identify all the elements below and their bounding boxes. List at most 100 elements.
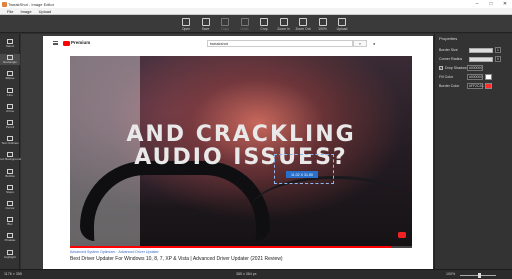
cursor-position: 1176 × 355 [4,272,22,276]
screenshot-canvas[interactable]: Premium tweakshot ⌕ ● AND CRACKLING AUDI… [43,36,433,269]
fill-color-swatch[interactable] [485,74,492,80]
border-color-value[interactable]: #FF2C2C [467,83,484,89]
main-toolbar: Open Save Copy Undo Crop Zoom In Zoom Out 100% U… [0,15,512,33]
properties-panel: Properties Border Size 1 Corner Radius 0… [434,34,512,269]
corner-radius-value[interactable]: 0 [495,56,501,62]
border-color-row: Border Color #FF2C2C [439,82,511,90]
tool-line[interactable]: Line [0,87,20,98]
selection-rectangle[interactable] [274,154,334,184]
video-progress-fill [70,246,392,248]
youtube-brand: Premium [71,40,91,45]
tool-label: Pixelate [4,238,16,243]
zoom-slider-thumb[interactable] [478,272,481,278]
tool-label: Blur [7,222,13,227]
crop-icon [260,18,268,26]
toolbar-button-label: Save [201,27,210,31]
search-icon: ⌕ [353,40,367,47]
toolbar-button-copy[interactable]: Copy [215,16,235,32]
folder-icon [182,18,190,26]
youtube-watermark-icon [398,232,406,238]
tool-text-background[interactable]: Text Background [0,151,22,162]
tool-cursor[interactable]: Cursor [0,200,20,211]
border-size-value[interactable]: 1 [495,47,501,53]
corner-radius-row: Corner Radius 0 [439,55,511,63]
tool-label: Highlight [4,254,16,259]
maximize-icon[interactable]: □ [484,0,498,8]
toolbar-button-zoom-in[interactable]: Zoom In [274,16,294,32]
fill-color-row: Fill Color #000000 [439,73,511,81]
toolbar-button-label: 100% [318,27,327,31]
tool-label: Line [7,92,13,97]
tool-label: Text Background [0,157,22,162]
video-title: Best Driver Updater For Windows 10, 8, 7… [70,256,283,262]
tool-label: Steps [6,189,14,194]
corner-radius-slider[interactable] [469,56,493,62]
tool-label: Pencil [5,125,15,129]
tool-pixelate[interactable]: Pixelate [0,232,20,243]
tool-ellipse[interactable]: Ellipse [0,70,20,81]
copy-icon [221,18,229,26]
zoom-level: 100% [446,272,456,276]
close-icon[interactable]: ✕ [498,0,512,8]
border-color-swatch[interactable] [485,83,492,89]
tool-palette: Select Rectangle Ellipse Line Arrow Pencil Tex… [0,34,22,269]
menu-bar: File Image Upload [0,8,512,15]
tool-label: Cursor [5,206,15,210]
toolbar-button-label: Zoom In [277,27,290,31]
tool-select[interactable]: Select [0,38,20,49]
tool-label: Text Outlines [1,141,19,146]
toolbar-button-save[interactable]: Save [196,16,216,32]
tool-rectangle[interactable]: Rectangle [0,54,20,66]
drop-shadow-row: ✓ Drop Shadow #000000 [439,64,511,72]
status-bar: 1176 × 355 385 x 364 px 100% [0,269,512,279]
headphones-image [80,161,270,241]
toolbar-button-zoom-out[interactable]: Zoom Out [293,16,313,32]
video-thumbnail: AND CRACKLING AUDIO ISSUES? 11.02 X 31.5… [70,56,412,248]
border-color-label: Border Color [439,84,460,88]
tool-pencil[interactable]: Pencil [0,119,20,130]
title-bar: TweakShot - Image Editor – □ ✕ [0,0,512,8]
tool-label: Rectangle [3,60,17,65]
toolbar-button-label: Open [181,27,191,31]
thumbnail-text-line1: AND CRACKLING [126,122,356,147]
border-size-slider[interactable] [469,47,493,53]
toolbar-button-upload[interactable]: Upload [332,16,352,32]
menu-image[interactable]: Image [20,9,31,14]
properties-title: Properties [439,36,458,41]
tool-blur[interactable]: Blur [0,216,20,227]
video-progress-bar [70,246,412,248]
tool-highlight[interactable]: Highlight [0,249,20,260]
border-size-row: Border Size 1 [439,46,511,54]
border-size-label: Border Size [439,48,458,52]
minimize-icon[interactable]: – [470,0,484,8]
fill-color-value[interactable]: #000000 [467,74,483,80]
size-tooltip: 11.02 X 31.50 [286,171,318,178]
toolbar-button-open[interactable]: Open [176,16,196,32]
toolbar-button-crop[interactable]: Crop [254,16,274,32]
tool-label: Bubble [5,173,15,178]
selection-size: 385 x 364 px [236,272,257,276]
toolbar-button-100-[interactable]: 100% [313,16,333,32]
window-title: TweakShot - Image Editor [8,1,55,7]
drop-shadow-checkbox[interactable]: ✓ [439,66,443,70]
drop-shadow-value[interactable]: #000000 [467,65,483,71]
toolbar-button-label: Copy [221,27,229,31]
tool-label: Select [5,44,15,48]
toolbar-button-undo[interactable]: Undo [235,16,255,32]
thumbnail-text-line2: AUDIO ISSUES? [134,145,348,170]
youtube-header: Premium tweakshot ⌕ ● [43,36,433,50]
video-channel-links: Advanced System Optimizer · Advanced Dri… [70,250,159,254]
canvas-area[interactable]: Premium tweakshot ⌕ ● AND CRACKLING AUDI… [21,34,433,269]
zoom-out-icon [299,18,307,26]
fill-color-label: Fill Color [439,75,454,79]
tool-label: Ellipse [5,76,15,81]
save-icon [201,18,210,26]
tool-arrow[interactable]: Arrow [0,103,20,114]
menu-file[interactable]: File [7,9,13,14]
toolbar-button-label: Crop [260,27,268,31]
tool-bubble[interactable]: Bubble [0,168,20,179]
menu-upload[interactable]: Upload [39,9,52,14]
tool-text-outlines[interactable]: Text Outlines [0,135,20,146]
toolbar-button-label: Zoom Out [295,27,311,31]
tool-steps[interactable]: Steps [0,184,20,195]
